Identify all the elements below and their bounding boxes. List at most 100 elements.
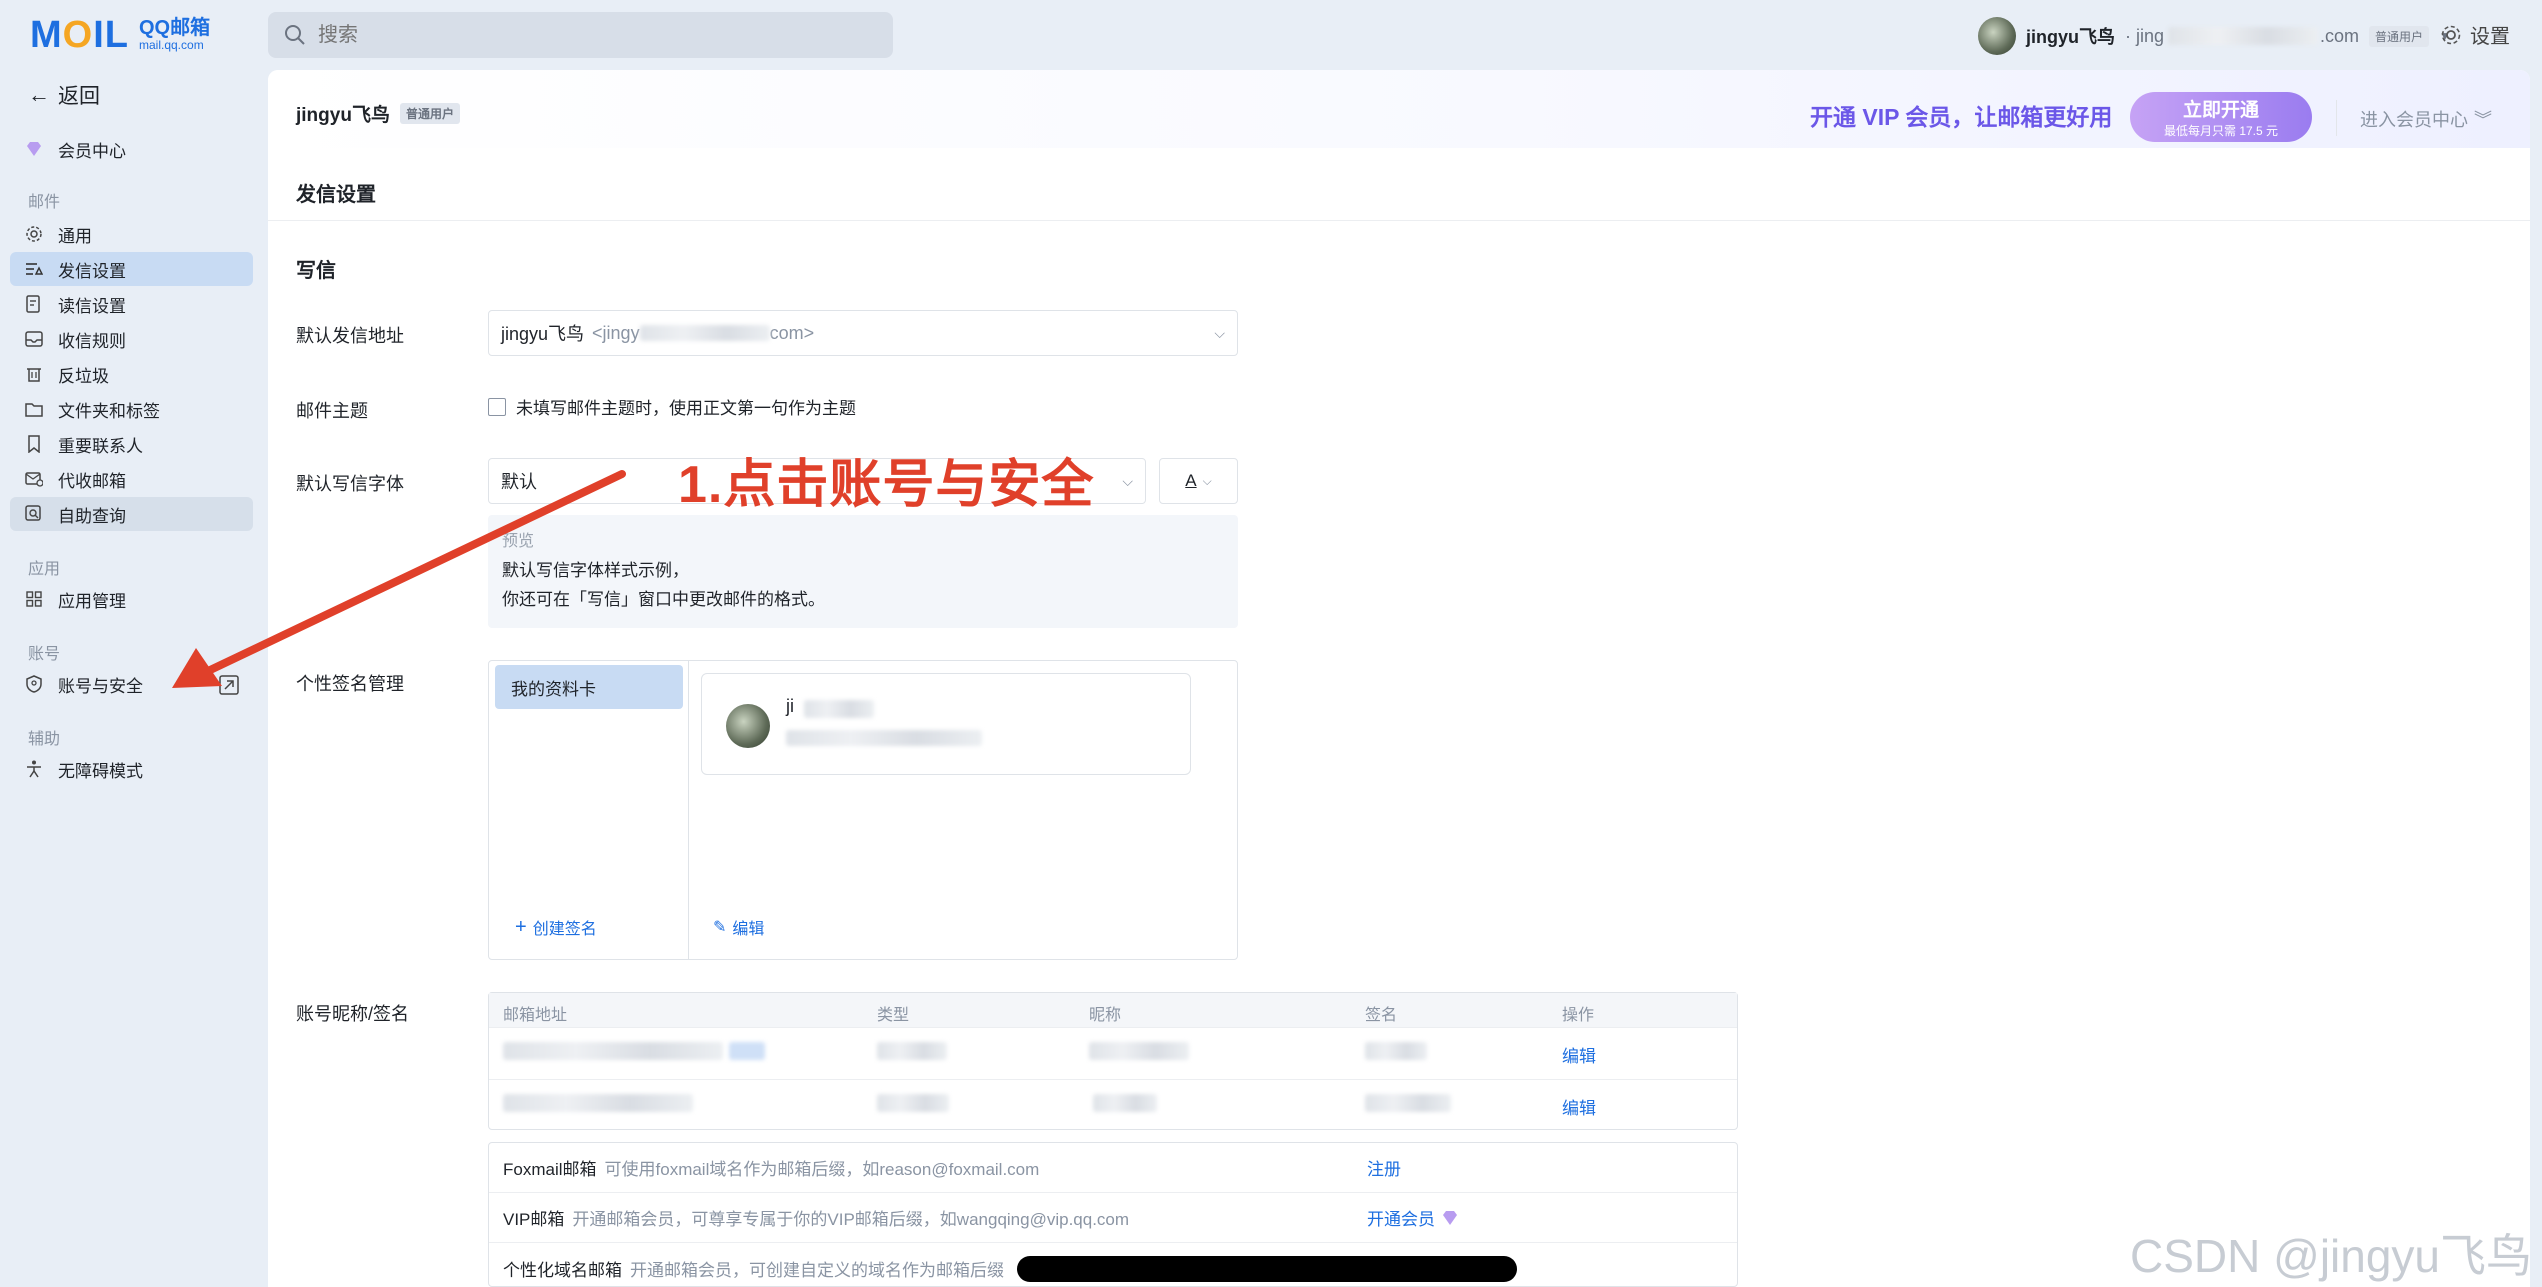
read-settings-icon	[24, 294, 44, 314]
arrow-left-icon: ←	[28, 82, 50, 107]
account-header: jingyu飞鸟 普通用户 开通 VIP 会员，让邮箱更好用 立即开通 最低每月…	[268, 70, 2530, 148]
avatar	[726, 704, 770, 748]
chevron-down-icon: ⌵	[1202, 473, 1212, 488]
sidebar-item-anti-spam[interactable]: 反垃圾	[10, 357, 253, 391]
gear-icon	[24, 224, 44, 244]
diamond-icon	[24, 139, 44, 159]
sidebar-item-label: 代收邮箱	[58, 471, 126, 491]
sidebar-item-general[interactable]: 通用	[10, 217, 253, 251]
edit-icon: ✎	[713, 919, 727, 936]
sidebar-item-send-settings[interactable]: 发信设置	[10, 252, 253, 286]
redacted-cell	[1089, 1042, 1189, 1060]
qq-mail-logo[interactable]: MOIL QQ邮箱 mail.qq.com	[30, 14, 210, 56]
logo-domain: mail.qq.com	[139, 38, 204, 53]
sidebar-item-folders-tags[interactable]: 文件夹和标签	[10, 392, 253, 426]
watermark: CSDN @jingyu飞鸟	[2130, 1230, 2533, 1282]
sidebar-item-label: 账号与安全	[58, 676, 143, 696]
edit-button[interactable]: 编辑	[1562, 1042, 1596, 1067]
redacted-cell	[1365, 1042, 1427, 1060]
default-sender-select[interactable]: jingyu飞鸟 <jingy com> ⌵	[488, 310, 1238, 356]
subject-option[interactable]: 未填写邮件主题时，使用正文第一句作为主题	[488, 394, 856, 419]
divider	[2336, 100, 2337, 136]
user-menu[interactable]: jingyu飞鸟 · jing .com 普通用户 ▼	[1978, 16, 2451, 56]
sidebar-item-label: 自助查询	[58, 506, 126, 526]
vip-slogan: 开通 VIP 会员，让邮箱更好用	[1810, 104, 2113, 130]
page-title: 发信设置	[296, 184, 376, 206]
account-table: 邮箱地址 类型 昵称 签名 操作 编辑 编辑	[488, 992, 1738, 1130]
plus-icon: +	[515, 915, 527, 938]
redacted-cell	[877, 1094, 949, 1112]
back-button[interactable]: ← 返回	[28, 80, 100, 110]
sidebar-item-accessibility[interactable]: 无障碍模式	[10, 752, 253, 786]
annotation-arrow	[172, 470, 626, 688]
sidebar-item-label: 收信规则	[58, 331, 126, 351]
table-header: 邮箱地址 类型 昵称 签名 操作	[489, 993, 1737, 1027]
list-item-vip-mail: VIP邮箱 开通邮箱会员，可尊享专属于你的VIP邮箱后缀，如wangqing@v…	[489, 1193, 1737, 1243]
redaction-bar	[1017, 1256, 1517, 1282]
redacted-name	[804, 700, 874, 718]
edit-button[interactable]: 编辑	[1562, 1094, 1596, 1119]
search-bar[interactable]	[268, 12, 893, 58]
redacted-cell	[503, 1094, 693, 1112]
section-account: 账号	[28, 646, 61, 663]
divider	[268, 220, 2530, 221]
back-label: 返回	[58, 85, 100, 108]
sidebar-item-label: 应用管理	[58, 591, 126, 611]
redacted-email	[2168, 27, 2319, 45]
collect-mail-icon	[24, 469, 44, 489]
signature-manager: 我的资料卡 + 创建签名 ji ✎ 编辑	[488, 660, 1238, 960]
edit-signature-button[interactable]: ✎ 编辑	[713, 915, 764, 939]
user-badge: 普通用户	[2369, 25, 2430, 47]
subsection-title: 写信	[296, 260, 336, 282]
sidebar-item-label: 文件夹和标签	[58, 401, 160, 421]
redacted-cell	[729, 1042, 765, 1060]
user-email-end: .com	[2320, 25, 2360, 46]
sidebar-item-important-contacts[interactable]: 重要联系人	[10, 427, 253, 461]
register-link[interactable]: 注册	[1367, 1155, 1401, 1180]
grid-icon	[24, 589, 44, 609]
logo-brand: QQ邮箱	[139, 17, 211, 40]
sidebar-item-inbox-rules[interactable]: 收信规则	[10, 322, 253, 356]
avatar	[1978, 17, 2016, 55]
settings-label: 设置	[2470, 26, 2510, 48]
card-name: ji	[786, 696, 794, 716]
sidebar-item-label: 发信设置	[58, 261, 126, 281]
subject-label: 邮件主题	[296, 401, 368, 421]
search-icon	[285, 25, 305, 45]
redacted-cell	[503, 1042, 723, 1060]
folder-icon	[24, 399, 44, 419]
redacted-address	[639, 325, 770, 341]
list-item-foxmail: Foxmail邮箱 可使用foxmail域名作为邮箱后缀，如reason@fox…	[489, 1143, 1737, 1193]
diamond-icon	[1443, 1210, 1457, 1225]
account-name: jingyu飞鸟 普通用户	[296, 100, 460, 127]
section-mail: 邮件	[28, 194, 61, 211]
section-apps: 应用	[28, 561, 61, 578]
redacted-cell	[1365, 1094, 1451, 1112]
send-settings-icon	[24, 259, 44, 279]
accessibility-icon	[24, 759, 44, 779]
vip-center-link[interactable]: 进入会员中心 ︾	[2360, 106, 2492, 132]
sidebar-item-label: 反垃圾	[58, 366, 109, 386]
search-input[interactable]	[318, 23, 858, 47]
gear-icon	[2441, 25, 2461, 44]
subject-checkbox[interactable]	[488, 397, 506, 416]
table-row: 编辑	[489, 1027, 1737, 1079]
sidebar-item-member-center[interactable]: 会员中心	[10, 132, 253, 166]
create-signature-button[interactable]: + 创建签名	[515, 915, 597, 939]
chevron-down-icon: ⌵	[1122, 472, 1133, 489]
redacted-cell	[877, 1042, 947, 1060]
sidebar-item-label: 通用	[58, 226, 92, 246]
account-nickname-label: 账号昵称/签名	[296, 1004, 410, 1024]
double-chevron-down-icon: ︾	[2474, 110, 2492, 130]
profile-card-preview: ji	[701, 673, 1191, 775]
chevron-down-icon: ⌵	[1214, 324, 1225, 341]
sidebar-item-label: 读信设置	[58, 296, 126, 316]
settings-button[interactable]: 设置	[2440, 20, 2510, 49]
sidebar-item-label: 重要联系人	[58, 436, 143, 456]
sidebar-item-read-settings[interactable]: 读信设置	[10, 287, 253, 321]
font-color-button[interactable]: A ⌵	[1159, 458, 1238, 504]
vip-subscribe-button[interactable]: 立即开通 最低每月只需 17.5 元	[2130, 92, 2312, 142]
open-vip-link[interactable]: 开通会员	[1367, 1205, 1459, 1230]
shield-icon	[24, 674, 44, 694]
trash-icon	[24, 364, 44, 384]
